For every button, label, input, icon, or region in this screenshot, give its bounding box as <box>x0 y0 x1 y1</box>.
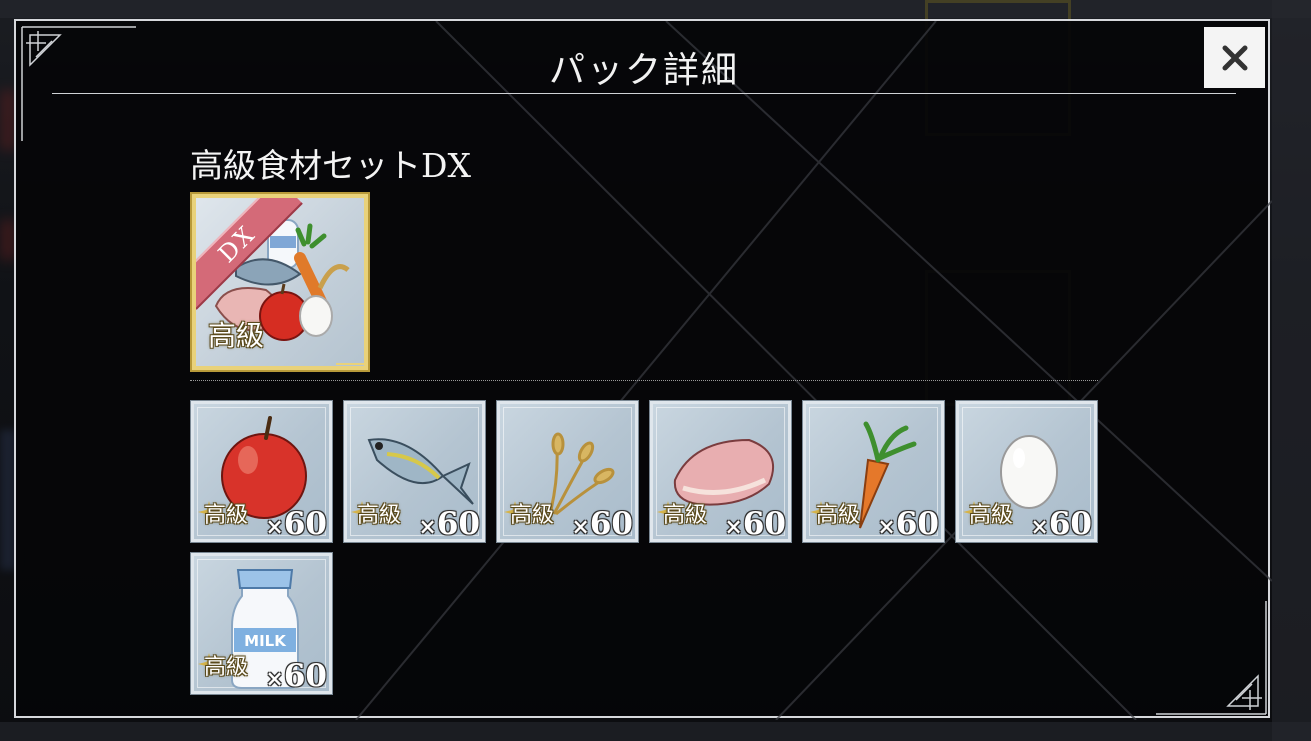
grade-badge: 高級 <box>510 503 555 528</box>
corner-ornament-bottom-right <box>1156 601 1267 715</box>
grade-badge: 高級 <box>357 503 402 528</box>
pack-name: 高級食材セットDX <box>190 146 471 185</box>
item-quantity: ×60 <box>724 506 786 542</box>
item-tile-egg[interactable]: 高級 ×60 <box>955 400 1098 543</box>
item-quantity: ×60 <box>571 506 633 542</box>
item-tile-wheat[interactable]: 高級 ×60 <box>496 400 639 543</box>
grade-badge: 高級 <box>969 503 1014 528</box>
item-quantity: ×60 <box>1030 506 1092 542</box>
pack-detail-dialog: パック詳細 高級食材セットDX DX 高級 高級 ×60 高級 ×60 高級 ×… <box>14 19 1272 720</box>
item-tile-meat[interactable]: 高級 ×60 <box>649 400 792 543</box>
grade-badge: 高級 <box>204 503 249 528</box>
dialog-title: パック詳細 <box>548 50 739 91</box>
grade-badge: 高級 <box>208 319 265 352</box>
item-tile-milk[interactable]: MILK 高級 ×60 <box>190 552 333 695</box>
pack-icon-tile[interactable]: DX 高級 <box>190 192 370 372</box>
section-divider <box>190 380 1098 381</box>
item-quantity: ×60 <box>265 658 327 694</box>
grade-badge: 高級 <box>816 503 861 528</box>
item-tile-fish[interactable]: 高級 ×60 <box>343 400 486 543</box>
close-button[interactable] <box>1204 27 1265 88</box>
item-tile-apple[interactable]: 高級 ×60 <box>190 400 333 543</box>
title-divider <box>52 93 1236 94</box>
grade-badge: 高級 <box>204 655 249 680</box>
item-quantity: ×60 <box>877 506 939 542</box>
close-icon <box>1222 45 1247 70</box>
grade-badge: 高級 <box>663 503 708 528</box>
milk-label: MILK <box>244 632 287 650</box>
item-quantity: ×60 <box>418 506 480 542</box>
item-quantity: ×60 <box>265 506 327 542</box>
item-tile-carrot[interactable]: 高級 ×60 <box>802 400 945 543</box>
